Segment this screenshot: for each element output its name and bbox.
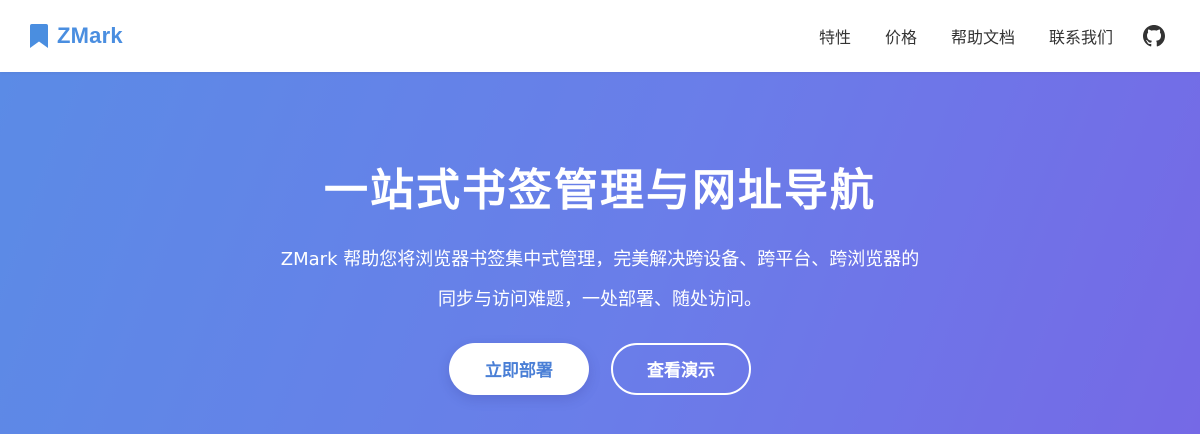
brand-logo-link[interactable]: ZMark (30, 23, 123, 49)
view-demo-button[interactable]: 查看演示 (611, 342, 751, 395)
deploy-now-button[interactable]: 立即部署 (449, 342, 589, 395)
nav-link-pricing[interactable]: 价格 (885, 24, 917, 48)
github-link[interactable] (1143, 25, 1165, 47)
nav-link-contact[interactable]: 联系我们 (1049, 24, 1113, 48)
github-icon (1143, 25, 1165, 47)
landing-page: ZMark 特性 价格 帮助文档 联系我们 一站式书签管理与网址导航 ZMark… (0, 0, 1200, 434)
nav-link-features[interactable]: 特性 (819, 24, 851, 48)
hero-section: 一站式书签管理与网址导航 ZMark 帮助您将浏览器书签集中式管理，完美解决跨设… (0, 72, 1200, 434)
top-navbar: ZMark 特性 价格 帮助文档 联系我们 (0, 0, 1200, 72)
nav-link-docs[interactable]: 帮助文档 (951, 24, 1015, 48)
brand-name: ZMark (57, 23, 123, 48)
hero-title: 一站式书签管理与网址导航 (324, 165, 876, 216)
main-nav: 特性 价格 帮助文档 联系我们 (819, 24, 1165, 48)
hero-button-group: 立即部署 查看演示 (449, 342, 751, 395)
bookmark-icon (30, 24, 48, 48)
hero-subtitle: ZMark 帮助您将浏览器书签集中式管理，完美解决跨设备、跨平台、跨浏览器的同步… (280, 248, 920, 310)
